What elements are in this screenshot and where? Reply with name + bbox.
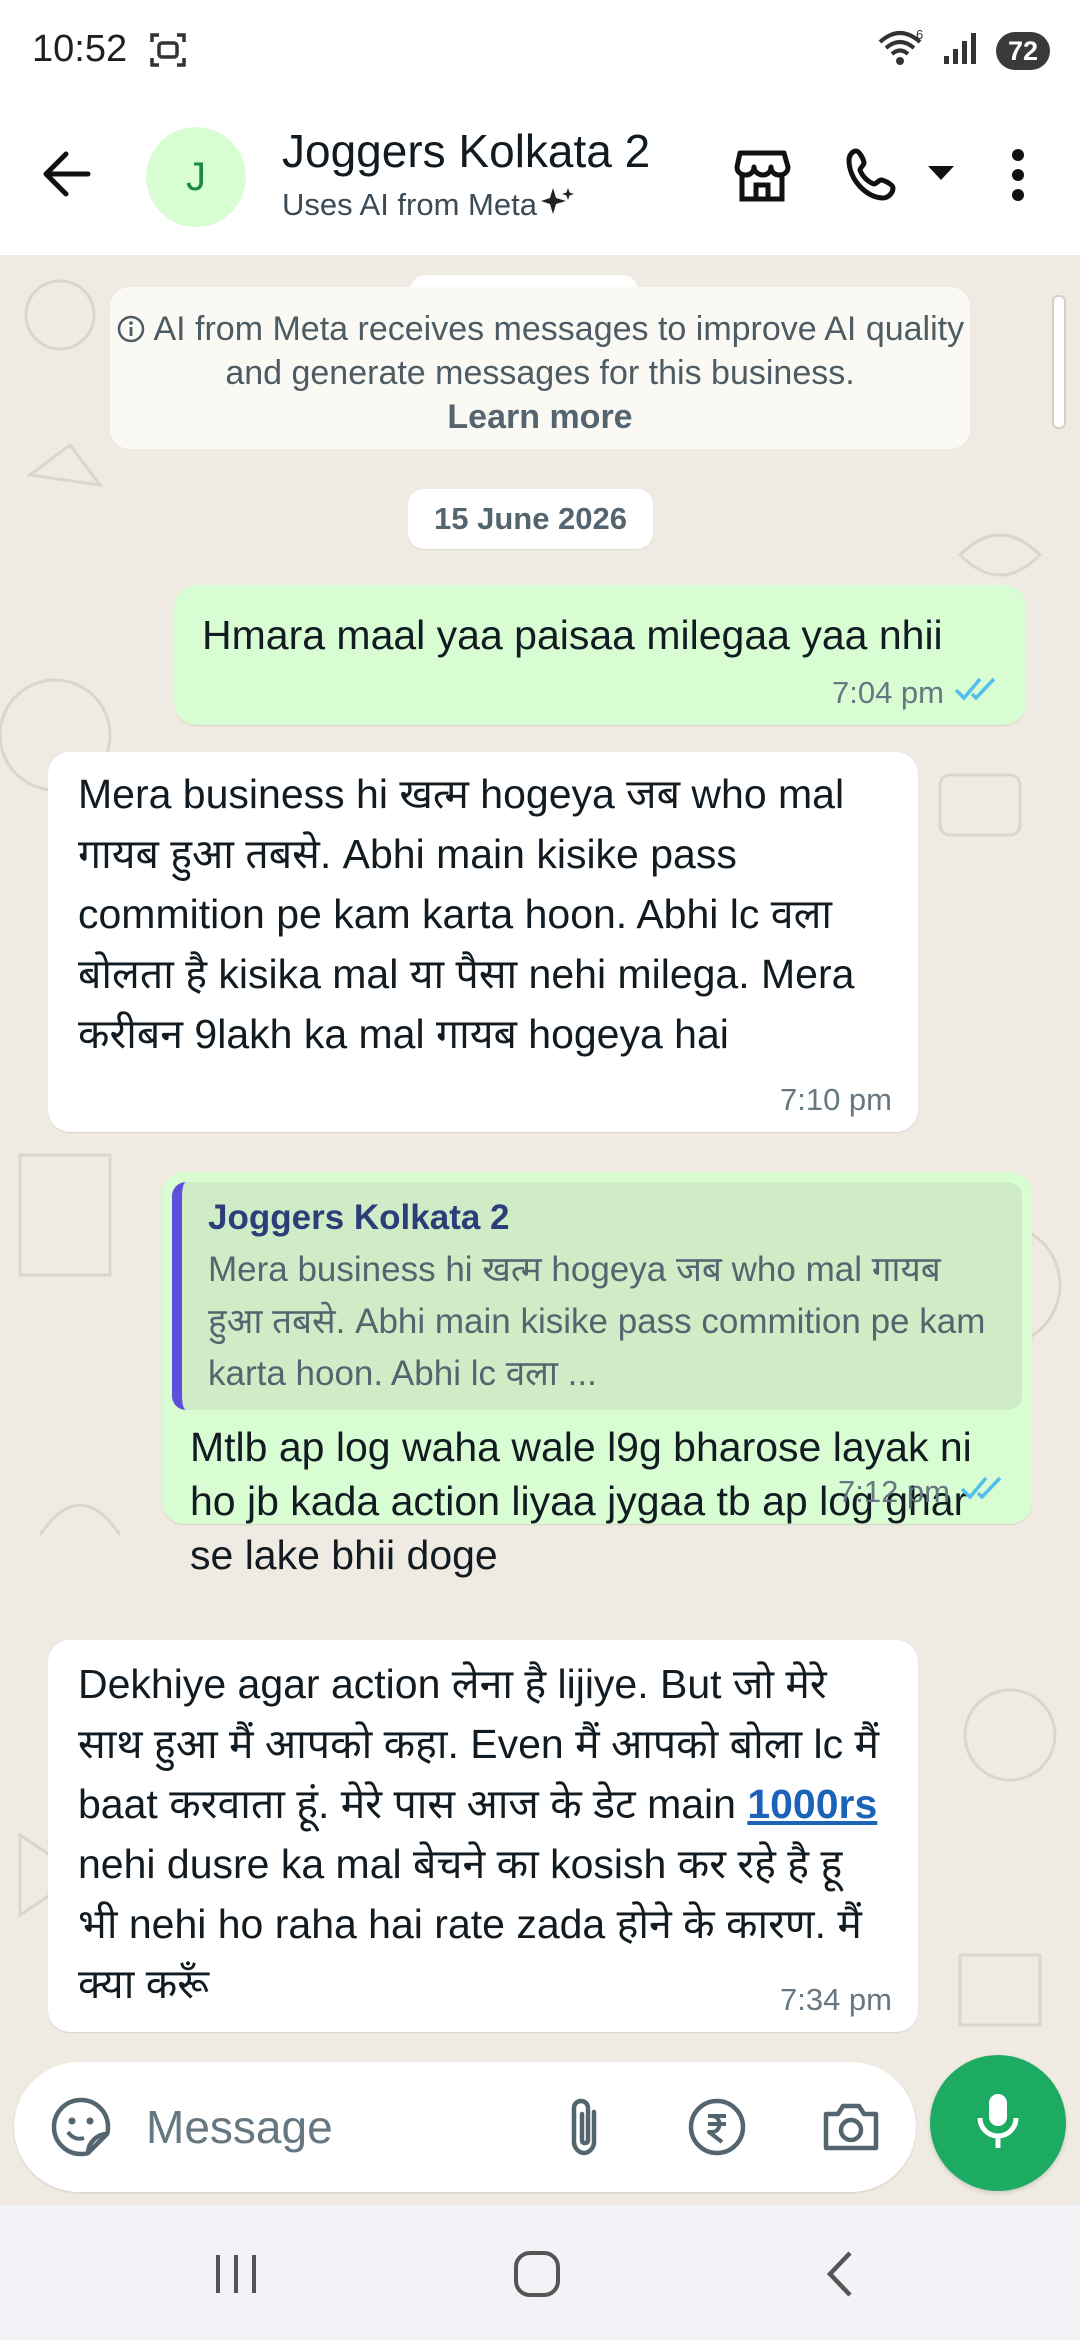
message-meta: 7:04 pm	[832, 675, 1000, 711]
back-arrow-icon[interactable]	[38, 146, 94, 207]
double-check-icon	[960, 1474, 1006, 1510]
call-icon[interactable]	[842, 145, 902, 210]
recent-apps-icon[interactable]	[212, 2251, 260, 2302]
message-time: 7:34 pm	[779, 1982, 892, 2017]
mic-icon	[974, 2090, 1022, 2157]
subtitle-text: Uses AI from Meta	[282, 187, 537, 222]
signal-icon	[942, 30, 982, 71]
screenshot-icon	[148, 30, 188, 75]
message-meta: 7:12 pm	[838, 1474, 1006, 1510]
sticker-icon[interactable]	[50, 2096, 112, 2163]
chat-header: J Joggers Kolkata 2 Uses AI from Meta	[0, 100, 1080, 256]
message-text: Mera business hi खत्म hogeya जब who mal …	[78, 771, 866, 1057]
outgoing-message[interactable]: Joggers Kolkata 2 Mera business hi खत्म …	[162, 1172, 1032, 1578]
message-meta: 7:34 pm	[780, 1982, 892, 2018]
mic-button[interactable]	[930, 2055, 1066, 2191]
svg-text:6: 6	[916, 28, 923, 42]
status-bar: 10:52 6 72	[0, 0, 1080, 100]
date-chip: 15 June 2026	[408, 489, 654, 549]
incoming-message[interactable]: Dekhiye agar action लेना है lijiye. But …	[48, 1640, 918, 2032]
back-nav-icon[interactable]	[822, 2249, 856, 2304]
scrollbar[interactable]	[1052, 295, 1066, 429]
payment-icon[interactable]	[686, 2096, 748, 2163]
message-link[interactable]: 1000rs	[747, 1781, 877, 1827]
more-vert-icon[interactable]	[1000, 145, 1036, 210]
wifi-icon: 6	[876, 27, 928, 73]
notice-text: AI from Meta receives messages to improv…	[153, 310, 965, 392]
chat-area[interactable]: 9 June 2026 AI from Meta receives messag…	[0, 255, 1080, 2075]
learn-more-link[interactable]: Learn more	[447, 398, 632, 436]
info-icon	[116, 310, 154, 348]
attach-icon[interactable]	[562, 2094, 606, 2165]
chevron-down-icon[interactable]	[924, 162, 958, 191]
message-input[interactable]: Message	[146, 2100, 333, 2154]
avatar[interactable]: J	[146, 127, 246, 227]
meta-ai-sparkle-icon	[540, 186, 575, 224]
quoted-message[interactable]: Joggers Kolkata 2 Mera business hi खत्म …	[172, 1182, 1022, 1410]
quoted-sender: Joggers Kolkata 2	[208, 1198, 510, 1237]
outgoing-message[interactable]: Hmara maal yaa paisaa milegaa yaa nhii 7…	[174, 585, 1026, 725]
message-text: Hmara maal yaa paisaa milegaa yaa nhii	[202, 612, 943, 658]
message-time: 7:12 pm	[837, 1474, 950, 1509]
message-time: 7:04 pm	[831, 675, 944, 710]
message-composer[interactable]: Message	[14, 2062, 916, 2192]
ai-notice[interactable]: AI from Meta receives messages to improv…	[110, 287, 970, 449]
chat-title[interactable]: Joggers Kolkata 2	[282, 124, 650, 178]
double-check-icon	[954, 675, 1000, 711]
status-time: 10:52	[32, 28, 128, 70]
quoted-text: Mera business hi खत्म hogeya जब who mal …	[208, 1250, 986, 1393]
home-icon[interactable]	[512, 2249, 562, 2304]
chat-subtitle[interactable]: Uses AI from Meta	[282, 186, 575, 224]
battery-indicator: 72	[995, 31, 1050, 70]
message-time: 7:10 pm	[779, 1082, 892, 1117]
system-nav-bar	[0, 2205, 1080, 2340]
camera-icon[interactable]	[820, 2098, 882, 2159]
incoming-message[interactable]: Mera business hi खत्म hogeya जब who mal …	[48, 752, 918, 1132]
message-text: Dekhiye agar action लेना है lijiye. But …	[78, 1654, 888, 2014]
message-meta: 7:10 pm	[780, 1082, 892, 1118]
store-icon[interactable]	[732, 145, 792, 210]
